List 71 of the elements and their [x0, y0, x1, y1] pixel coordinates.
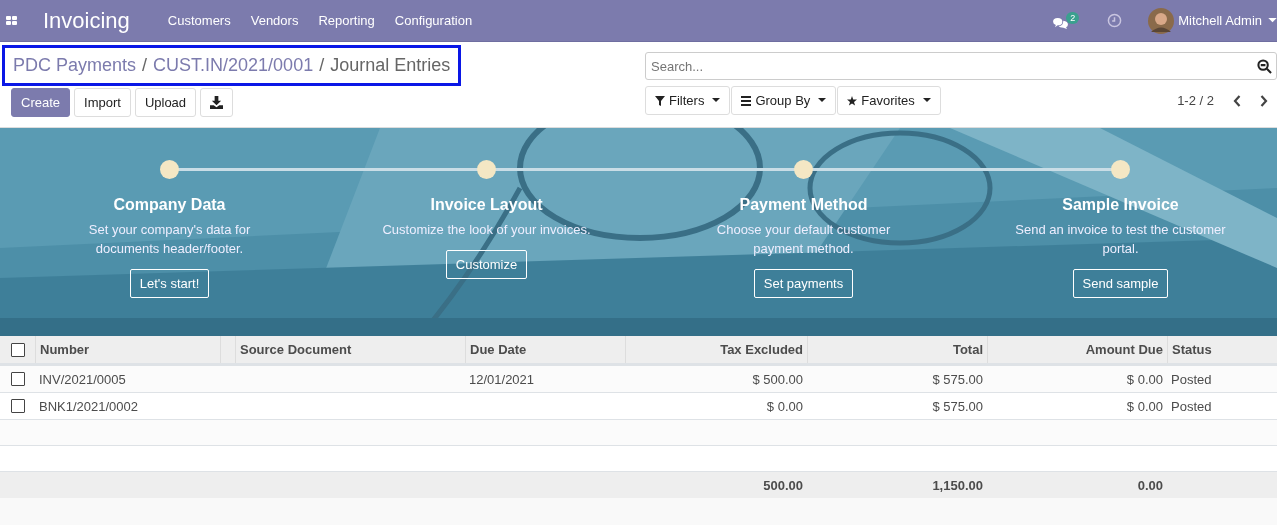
filter-dropdown[interactable]: Filters [645, 86, 731, 115]
step-description: Send an invoice to test the customer portal. [1014, 221, 1227, 258]
column-total: 0.00 [1137, 477, 1163, 493]
action-button[interactable]: Import [74, 88, 131, 117]
chat-icon[interactable] [1052, 16, 1070, 30]
action-button[interactable]: Upload [134, 88, 197, 117]
apps-grid-icon[interactable] [6, 15, 18, 26]
step-title: Payment Method [739, 196, 868, 214]
table-cell: Posted [1171, 371, 1212, 387]
caret-icon [922, 98, 931, 103]
filter-icon [655, 95, 665, 106]
filter-dropdown[interactable]: Favorites [837, 86, 941, 115]
next-icon[interactable] [1260, 94, 1268, 107]
column-header[interactable]: Source Document [235, 336, 465, 363]
download-icon [210, 96, 224, 109]
column-header[interactable]: Number [35, 336, 220, 363]
star-icon [847, 95, 858, 106]
column-total: 500.00 [763, 477, 803, 493]
column-header[interactable]: Total [807, 336, 987, 363]
search-field[interactable]: Search... [645, 52, 1277, 80]
menu-item[interactable]: Configuration [394, 13, 473, 28]
table-cell: $ 500.00 [752, 371, 803, 387]
table-cell: INV/2021/0005 [39, 371, 126, 387]
menu-item[interactable]: Customers [167, 13, 231, 28]
filter-dropdown[interactable]: Group By [731, 86, 837, 115]
download-button[interactable] [200, 88, 234, 117]
breadcrumb-separator: / [319, 55, 325, 76]
step-button[interactable]: Send sample [1072, 269, 1169, 298]
caret-icon [818, 98, 827, 103]
select-all-checkbox[interactable] [10, 342, 25, 357]
row-checkbox[interactable] [10, 372, 25, 386]
menu-item[interactable]: Vendors [250, 13, 299, 28]
step-title: Company Data [113, 196, 226, 214]
breadcrumb-item[interactable]: CUST.IN/2021/0001 [153, 55, 314, 76]
column-header[interactable]: Due Date [465, 336, 625, 363]
previous-icon[interactable] [1233, 94, 1241, 107]
table-cell: $ 575.00 [932, 371, 983, 387]
user-avatar[interactable] [1148, 7, 1175, 34]
step-title: Sample Invoice [1062, 196, 1179, 214]
table-cell: Posted [1171, 398, 1212, 414]
search-icon[interactable] [1257, 59, 1272, 74]
table-cell: BNK1/2021/0002 [39, 398, 139, 414]
step-description: Set your company's data for documents header/footer. [87, 221, 252, 258]
column-header[interactable]: Tax Excluded [625, 336, 807, 363]
step-title: Invoice Layout [430, 196, 543, 214]
table-cell: $ 575.00 [932, 398, 983, 414]
breadcrumb-separator: / [142, 55, 148, 76]
column-total: 1,150.00 [932, 477, 983, 493]
row-checkbox[interactable] [10, 399, 25, 413]
step-button[interactable]: Set payments [753, 269, 854, 298]
table-cell: 12/01/2021 [469, 371, 535, 387]
action-button[interactable]: Create [11, 88, 71, 117]
column-header[interactable]: Amount Due [987, 336, 1167, 363]
user-menu[interactable]: Mitchell Admin [1178, 13, 1262, 28]
table-cell: $ 0.00 [1126, 398, 1163, 414]
table-cell: $ 0.00 [766, 398, 803, 414]
caret-icon [712, 98, 721, 103]
list-icon [741, 95, 752, 106]
step-description: Customize the look of your invoices. [381, 221, 592, 239]
caret-icon[interactable] [1268, 18, 1277, 23]
message-count-badge: 2 [1066, 11, 1080, 24]
step-button[interactable]: Let's start! [129, 269, 210, 298]
step-button[interactable]: Customize [445, 250, 528, 279]
table-cell: $ 0.00 [1126, 371, 1163, 387]
app-title[interactable]: Invoicing [43, 7, 130, 34]
menu-item[interactable]: Reporting [318, 13, 375, 28]
step-description: Choose your default customer payment method. [715, 221, 892, 258]
column-header[interactable]: Status [1167, 336, 1277, 363]
breadcrumb-item[interactable]: PDC Payments [13, 55, 137, 76]
pager-value: 1-2 / 2 [1177, 93, 1214, 108]
page-title: Journal Entries [330, 55, 451, 76]
